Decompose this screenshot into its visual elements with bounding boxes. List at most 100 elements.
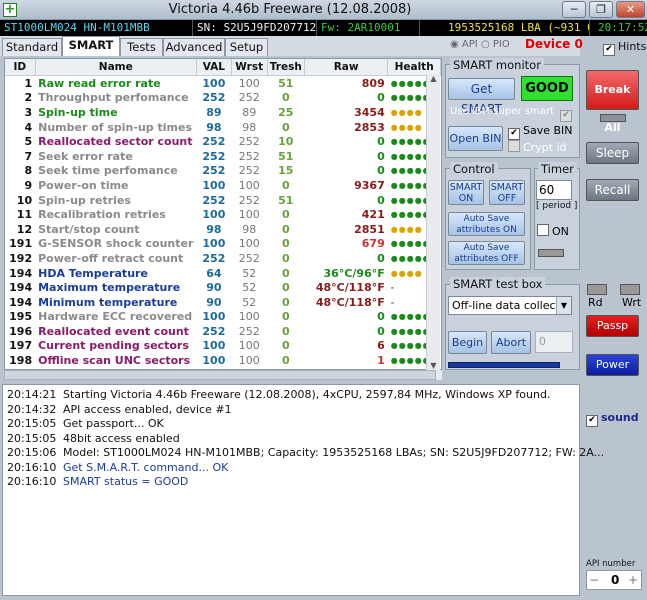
crypt-id-checkbox[interactable]: Crypt id	[508, 140, 567, 154]
check-icon: ✔	[508, 128, 520, 140]
timer-period-input[interactable]: 60	[536, 180, 572, 200]
table-vertical-scrollbar[interactable]: ▲ ▼	[426, 74, 440, 370]
table-row[interactable]: 11 Recalibration retries 100 100 0 421 ●●●●●	[5, 207, 441, 222]
scroll-thumb[interactable]	[4, 370, 436, 380]
table-row[interactable]: 4 Number of spin-up times 98 98 0 2853 ●●●●	[5, 120, 441, 135]
clock: 20:17:52	[598, 21, 647, 34]
check-icon[interactable]: ✔	[603, 44, 615, 56]
begin-button[interactable]: Begin	[448, 331, 487, 354]
cell-wrst: 252	[238, 91, 260, 105]
col-tresh[interactable]: Tresh	[267, 59, 306, 76]
cell-wrst: 98	[242, 222, 257, 236]
log-line: 20:16:10 SMART status = GOOD	[7, 475, 188, 488]
radio-pio-icon[interactable]: ○	[481, 39, 490, 50]
cell-name: Seek error rate	[38, 149, 133, 163]
table-row[interactable]: 3 Spin-up time 89 89 25 3454 ●●●●	[5, 105, 441, 120]
col-name[interactable]: Name	[35, 59, 197, 76]
radio-api-icon[interactable]: ◉	[450, 39, 459, 50]
restore-button[interactable]: ❐	[589, 1, 613, 18]
autosave-on-button[interactable]: Auto Save attributes ON	[448, 212, 525, 236]
smart-on-button[interactable]: SMART ON	[448, 180, 484, 205]
api-number-spinner[interactable]: − 0 +	[586, 570, 642, 590]
tab-setup[interactable]: Setup	[225, 38, 268, 56]
tab-smart[interactable]: SMART	[62, 36, 120, 56]
cell-raw: 6	[377, 339, 385, 353]
break-all-button[interactable]: Break All	[586, 70, 639, 134]
table-row[interactable]: 192 Power-off retract count 252 252 0 0 ●●●●●	[5, 251, 441, 266]
table-row[interactable]: 2 Throughput perfomance 252 252 0 0 ●●●●●	[5, 91, 441, 106]
sound-checkbox[interactable]: ✔ sound	[586, 411, 639, 427]
table-row[interactable]: 194 HDA Temperature 64 52 0 36°C/96°F ●●●●	[5, 266, 441, 281]
api-minus-button[interactable]: −	[589, 571, 599, 589]
table-row[interactable]: 194 Minimum temperature 90 52 0 48°C/118°F -	[5, 295, 441, 310]
table-horizontal-scrollbar[interactable]	[4, 370, 442, 380]
table-row[interactable]: 195 Hardware ECC recovered 100 100 0 0 ●●●●●	[5, 310, 441, 325]
scroll-up-icon[interactable]: ▲	[427, 74, 440, 83]
table-row[interactable]: 10 Spin-up retries 252 252 51 0 ●●●●●	[5, 193, 441, 208]
autosave-off-button[interactable]: Auto Save attributes OFF	[448, 241, 525, 265]
cell-raw: 809	[361, 76, 385, 90]
get-smart-button[interactable]: Get SMART	[448, 78, 515, 116]
cell-name: Minimum temperature	[38, 295, 178, 309]
passp-button[interactable]: Passp	[586, 315, 639, 337]
table-row[interactable]: 191 G-SENSOR shock counter 100 100 0 679 ●●●●●	[5, 237, 441, 252]
save-bin-checkbox[interactable]: ✔ Save BIN	[508, 124, 573, 140]
wrt-label: Wrt	[622, 296, 642, 309]
ibm-super-smart-checkbox[interactable]: ✔	[560, 106, 575, 122]
interface-radio[interactable]: ◉ API ○ PIO	[450, 39, 510, 50]
table-row[interactable]: 1 Raw read error rate 100 100 51 809 ●●●●●	[5, 76, 441, 91]
minimize-button[interactable]: ─	[562, 1, 586, 18]
smart-monitor-title: SMART monitor	[450, 58, 544, 72]
abort-button[interactable]: Abort	[491, 331, 531, 354]
table-row[interactable]: 194 Maximum temperature 90 52 0 48°C/118°F -	[5, 280, 441, 295]
table-row[interactable]: 197 Current pending sectors 100 100 0 6 ●●●●●	[5, 339, 441, 354]
log-message: API access enabled, device #1	[63, 402, 232, 416]
col-id[interactable]: ID	[5, 59, 36, 76]
power-button[interactable]: Power	[586, 354, 639, 376]
tab-advanced[interactable]: Advanced	[163, 38, 225, 56]
table-row[interactable]: 12 Start/stop count 98 98 0 2851 ●●●●	[5, 222, 441, 237]
cell-raw: 48°C/118°F	[315, 295, 385, 309]
log-message: Get passport... OK	[63, 417, 164, 430]
timer-led-indicator	[538, 249, 564, 257]
timer-on-checkbox[interactable]: ON	[537, 224, 569, 238]
sleep-button[interactable]: Sleep	[586, 142, 639, 164]
api-label: API	[461, 39, 478, 50]
table-row[interactable]: 9 Power-on time 100 100 0 9367 ●●●●●	[5, 178, 441, 193]
cell-tresh: 15	[278, 164, 294, 178]
open-bin-button[interactable]: Open BIN	[448, 126, 503, 151]
recall-button[interactable]: Recall	[586, 179, 639, 201]
col-wrst[interactable]: Wrst	[231, 59, 268, 76]
col-val[interactable]: VAL	[196, 59, 232, 76]
test-type-select[interactable]: Off-line data collect ▼	[448, 296, 572, 315]
table-row[interactable]: 7 Seek error rate 252 252 51 0 ●●●●●	[5, 149, 441, 164]
cell-val: 100	[202, 339, 226, 353]
event-log[interactable]: 20:14:21 Starting Victoria 4.46b Freeware…	[2, 384, 604, 596]
scroll-down-icon[interactable]: ▼	[427, 361, 440, 370]
log-message: Starting Victoria 4.46b Freeware (12.08.…	[63, 388, 551, 401]
cell-id: 1	[24, 76, 33, 90]
table-row[interactable]: 8 Seek time perfomance 252 252 15 0 ●●●●●	[5, 164, 441, 179]
cell-tresh: 0	[281, 237, 290, 251]
api-plus-button[interactable]: +	[628, 571, 638, 589]
save-bin-label: Save BIN	[523, 124, 573, 137]
cell-name: Offline scan UNC sectors	[38, 354, 191, 368]
window-title: Victoria 4.46b Freeware (12.08.2008)	[168, 2, 412, 17]
cell-name: Raw read error rate	[38, 76, 161, 90]
tab-standard[interactable]: Standard	[2, 38, 62, 56]
close-button[interactable]: ✕	[616, 1, 645, 18]
table-row[interactable]: 196 Reallocated event count 252 252 0 0 ●●●●●	[5, 324, 441, 339]
drive-model: ST1000LM024 HN-M101MBB	[0, 20, 193, 36]
log-line: 20:15:05 Get passport... OK	[7, 417, 164, 430]
tab-tests[interactable]: Tests	[120, 38, 163, 56]
table-row[interactable]: 5 Reallocated sector count 252 252 10 0 ●●●●●	[5, 134, 441, 149]
smart-table[interactable]: ID Name VAL Wrst Tresh Raw Health 1 Raw r…	[4, 58, 442, 370]
cell-tresh: 0	[281, 324, 290, 338]
cell-id: 195	[9, 310, 33, 324]
smart-off-button[interactable]: SMART OFF	[489, 180, 525, 205]
table-row[interactable]: 198 Offline scan UNC sectors 100 100 0 1 ●●●●●	[5, 353, 441, 368]
test-lba-field[interactable]: 0	[535, 331, 573, 353]
hints-checkbox[interactable]: ✔ Hints	[603, 40, 646, 56]
chevron-down-icon[interactable]: ▼	[556, 297, 571, 314]
col-raw[interactable]: Raw	[304, 59, 389, 76]
